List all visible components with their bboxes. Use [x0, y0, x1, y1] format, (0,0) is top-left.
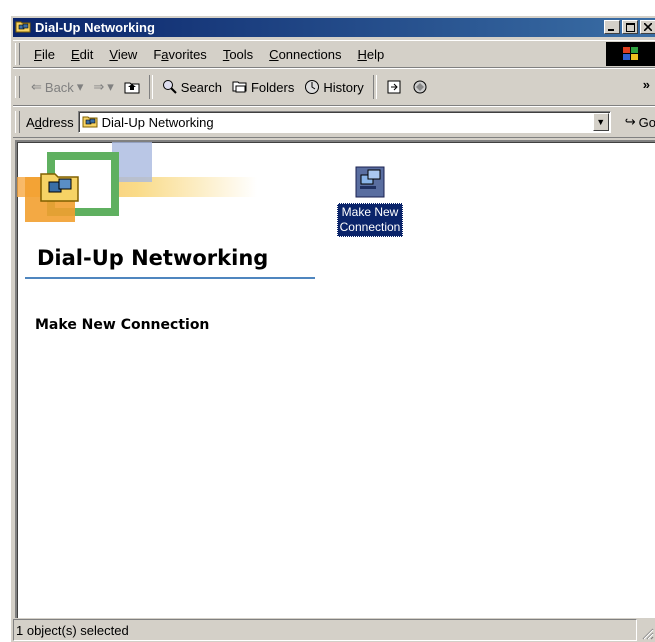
search-button[interactable]: Search — [157, 79, 227, 95]
go-label: Go — [638, 114, 655, 130]
menu-grip[interactable] — [15, 43, 20, 65]
minimize-button[interactable] — [604, 20, 620, 34]
history-button[interactable]: History — [299, 79, 368, 95]
back-button[interactable]: ⇐ Back ▾ — [26, 79, 88, 95]
forward-dropdown-icon[interactable]: ▾ — [107, 79, 114, 95]
forward-arrow-icon: ⇒ — [93, 79, 105, 94]
folders-label: Folders — [250, 79, 295, 95]
folder-view[interactable]: Dial-Up Networking Make New Connection M… — [15, 140, 655, 618]
close-icon — [644, 23, 652, 31]
windows-logo-throbber — [606, 42, 655, 66]
menu-file[interactable]: File — [26, 47, 63, 62]
windows-logo-icon — [623, 47, 638, 60]
menu-favorites[interactable]: Favorites — [145, 47, 214, 62]
menu-tools[interactable]: Tools — [215, 47, 261, 62]
maximize-button[interactable] — [622, 20, 638, 34]
dial-up-networking-large-icon — [40, 173, 79, 202]
move-to-icon — [387, 80, 401, 94]
address-grip[interactable] — [15, 111, 20, 133]
maximize-icon — [625, 22, 635, 32]
window-title: Dial-Up Networking — [35, 20, 155, 35]
title-bar[interactable]: Dial-Up Networking — [13, 18, 655, 37]
toolbar-separator — [372, 75, 377, 99]
explorer-window: Dial-Up Networking File Edit View Favori… — [10, 15, 655, 642]
heading-underline — [25, 277, 315, 279]
selected-item-name: Make New Connection — [35, 317, 210, 333]
address-input[interactable]: Dial-Up Networking ▼ — [77, 111, 611, 133]
copy-to-button[interactable] — [407, 79, 433, 95]
address-bar: Address Dial-Up Networking ▼ ↪ Go — [13, 106, 655, 138]
folders-icon — [232, 81, 247, 93]
toolbar-separator — [148, 75, 153, 99]
menu-view[interactable]: View — [101, 47, 145, 62]
address-value: Dial-Up Networking — [101, 114, 214, 130]
history-label: History — [323, 79, 364, 95]
copy-to-icon — [413, 80, 427, 94]
folder-heading: Dial-Up Networking — [37, 246, 269, 270]
up-folder-icon — [124, 82, 140, 94]
make-new-connection-item[interactable]: Make New Connection — [325, 166, 415, 237]
toolbar-overflow-chevron[interactable]: » — [643, 77, 650, 92]
address-dropdown-button[interactable]: ▼ — [592, 113, 609, 131]
forward-button[interactable]: ⇒ ▾ — [88, 79, 118, 95]
menu-connections[interactable]: Connections — [261, 47, 349, 62]
up-folder-button[interactable] — [119, 80, 145, 94]
history-icon — [305, 80, 320, 94]
menu-edit[interactable]: Edit — [63, 47, 101, 62]
folders-button[interactable]: Folders — [227, 80, 299, 95]
minimize-icon — [608, 29, 614, 31]
back-label: Back — [44, 79, 74, 95]
back-arrow-icon: ⇐ — [31, 79, 42, 94]
go-button[interactable]: ↪ Go — [625, 114, 655, 130]
toolbar-grip[interactable] — [15, 76, 20, 98]
dial-up-networking-icon — [82, 114, 98, 131]
close-button[interactable] — [640, 20, 655, 34]
back-dropdown-icon[interactable]: ▾ — [77, 79, 84, 95]
resize-grip-icon[interactable] — [640, 626, 654, 640]
go-arrow-icon: ↪ — [624, 114, 636, 129]
make-new-connection-icon — [355, 166, 385, 198]
standard-toolbar: ⇐ Back ▾ ⇒ ▾ Search Folders History » — [13, 68, 655, 106]
dial-up-networking-icon — [15, 19, 31, 36]
search-icon — [162, 80, 177, 94]
status-text: 1 object(s) selected — [13, 619, 637, 641]
menu-bar: File Edit View Favorites Tools Connectio… — [13, 40, 655, 68]
status-bar: 1 object(s) selected — [13, 618, 655, 642]
menu-help[interactable]: Help — [349, 47, 392, 62]
search-label: Search — [180, 79, 222, 95]
move-to-button[interactable] — [381, 79, 407, 95]
address-label: Address — [25, 114, 74, 130]
make-new-connection-label: Make New Connection — [336, 203, 404, 237]
